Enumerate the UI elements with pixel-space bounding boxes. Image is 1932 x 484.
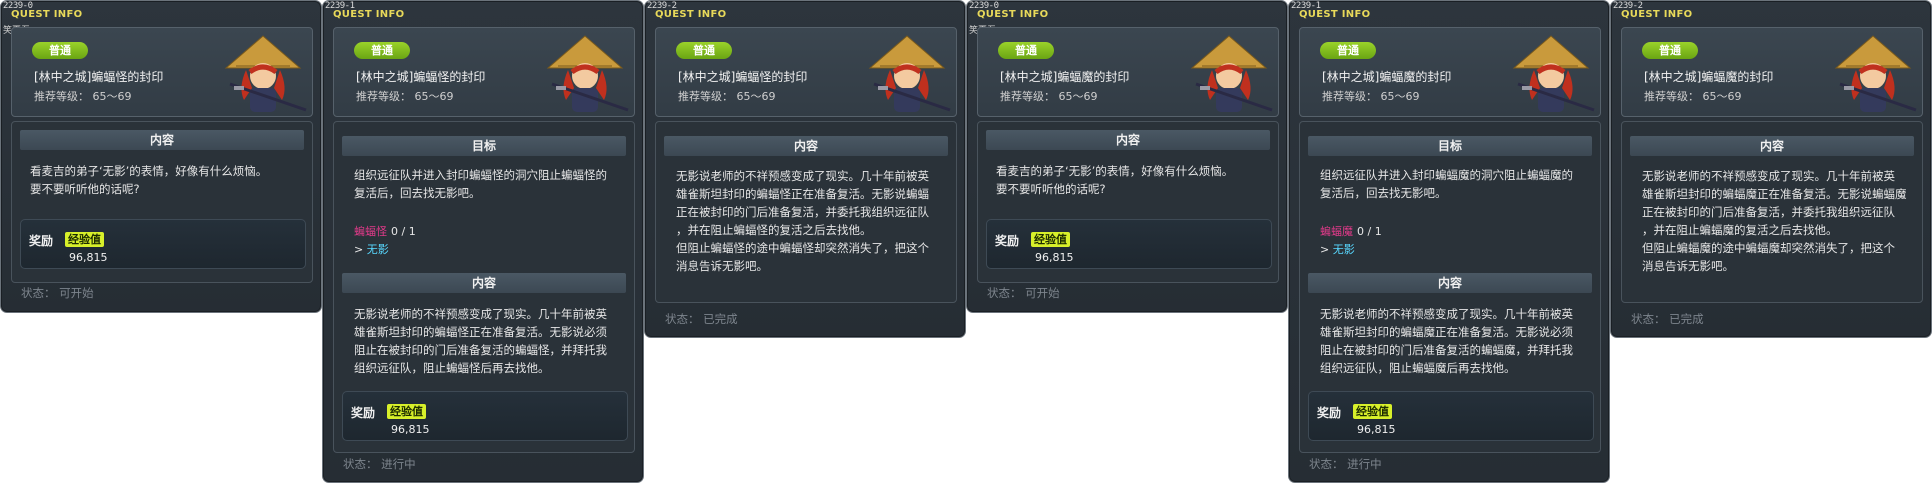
mob-name: 蝙蝠怪 (354, 225, 387, 238)
quest-status: 状态： 进行中 (1309, 457, 1382, 471)
content-text: 无影说老师的不祥预感变成了现实。几十年前被英 雄雀斯坦封印的蝙蝠魔正在准备复活。… (1320, 307, 1573, 375)
npc-portrait-icon (1834, 35, 1917, 112)
panel-header: QUEST INFO (977, 9, 1049, 20)
content-text: 无影说老师的不祥预感变成了现实。几十年前被英 雄雀斯坦封印的蝙蝠怪正在准备复活。… (354, 307, 607, 375)
panel-header: QUEST INFO (655, 9, 727, 20)
goal-section-header: 目标 (1308, 136, 1592, 156)
quest-type-badge: 普通 (676, 42, 732, 59)
quest-panel-2: 2239-2 QUEST INFO 普通 [林中之城]蝙蝠怪的封印 推荐等级： … (644, 0, 966, 338)
goal-mob: 蝙蝠魔 0 / 1 (1320, 223, 1382, 239)
mob-name: 蝙蝠魔 (1320, 225, 1353, 238)
content-section-header: 内容 (342, 273, 626, 293)
content-section-header: 内容 (1308, 273, 1592, 293)
recommended-level: 推荐等级： 65～69 (1644, 90, 1742, 103)
quest-type-badge: 普通 (1320, 42, 1376, 59)
quest-head-box: 普通 [林中之城]蝙蝠魔的封印 推荐等级： 65～69 (977, 27, 1279, 117)
npc-portrait-icon (868, 35, 951, 112)
npc-portrait-icon (1512, 35, 1595, 112)
quest-body: 目标 组织远征队并进入封印蝙蝠怪的洞穴阻止蝙蝠怪的 复活后，回去找无影吧。 蝙蝠… (333, 121, 635, 453)
reward-box: 奖励 经验值 96,815 (20, 219, 306, 269)
quest-status: 状态： 可开始 (987, 286, 1060, 300)
quest-panel-1: 2239-1 QUEST INFO 普通 [林中之城]蝙蝠怪的封印 推荐等级： … (322, 0, 644, 483)
goal-mob: 蝙蝠怪 0 / 1 (354, 223, 416, 239)
reward-label: 奖励 (995, 234, 1020, 248)
exp-badge: 经验值 (1031, 232, 1070, 247)
goal-npc: > 无影 (1320, 241, 1355, 257)
reward-box: 奖励 经验值 96,815 (1308, 391, 1594, 441)
panel-header: QUEST INFO (333, 9, 405, 20)
quest-body: 内容 看麦吉的弟子‘无影’的表情，好像有什么烦恼。 要不要听听他的话呢? 奖励 … (11, 121, 313, 283)
exp-badge: 经验值 (387, 404, 426, 419)
recommended-level: 推荐等级： 65～69 (1000, 90, 1098, 103)
panel-header: QUEST INFO (11, 9, 83, 20)
reward-amount: 96,815 (1035, 251, 1074, 264)
quest-body: 内容 无影说老师的不祥预感变成了现实。几十年前被英 雄雀斯坦封印的蝙蝠怪正在准备… (655, 121, 957, 303)
quest-head-box: 普通 [林中之城]蝙蝠怪的封印 推荐等级： 65～69 (655, 27, 957, 117)
mob-count: 0 / 1 (1357, 225, 1382, 238)
recommended-level: 推荐等级： 65～69 (678, 90, 776, 103)
reward-amount: 96,815 (69, 251, 108, 264)
content-text: 无影说老师的不祥预感变成了现实。几十年前被英 雄雀斯坦封印的蝙蝠怪正在准备复活。… (676, 169, 929, 273)
quest-type-badge: 普通 (354, 42, 410, 59)
quest-title: [林中之城]蝙蝠怪的封印 (34, 70, 164, 84)
quest-panel-5: 2239-2 QUEST INFO 普通 [林中之城]蝙蝠魔的封印 推荐等级： … (1610, 0, 1932, 338)
quest-title: [林中之城]蝙蝠魔的封印 (1644, 70, 1774, 84)
quest-type-badge: 普通 (1642, 42, 1698, 59)
quest-type-badge: 普通 (32, 42, 88, 59)
goal-text: 组织远征队并进入封印蝙蝠怪的洞穴阻止蝙蝠怪的 复活后，回去找无影吧。 (354, 168, 607, 200)
quest-body: 目标 组织远征队并进入封印蝙蝠魔的洞穴阻止蝙蝠魔的 复活后，回去找无影吧。 蝙蝠… (1299, 121, 1601, 453)
quest-status: 状态： 已完成 (1631, 312, 1704, 326)
reward-label: 奖励 (1317, 406, 1342, 420)
quest-title: [林中之城]蝙蝠魔的封印 (1000, 70, 1130, 84)
npc-portrait-icon (1190, 35, 1273, 112)
quest-title: [林中之城]蝙蝠魔的封印 (1322, 70, 1452, 84)
quest-body: 内容 无影说老师的不祥预感变成了现实。几十年前被英 雄雀斯坦封印的蝙蝠魔正在准备… (1621, 121, 1923, 303)
quest-type-badge: 普通 (998, 42, 1054, 59)
quest-panel-4: 2239-1 QUEST INFO 普通 [林中之城]蝙蝠魔的封印 推荐等级： … (1288, 0, 1610, 483)
quest-body: 内容 看麦吉的弟子‘无影’的表情，好像有什么烦恼。 要不要听听他的话呢? 奖励 … (977, 121, 1279, 283)
npc-name: 无影 (366, 243, 389, 256)
content-text: 看麦吉的弟子‘无影’的表情，好像有什么烦恼。 要不要听听他的话呢? (30, 164, 268, 196)
quest-panel-0: 2239-0 QUEST INFO 笑夏吾 普通 [林中之城]蝙蝠怪的封印 推荐… (0, 0, 322, 313)
npc-prefix: > (354, 243, 367, 256)
exp-badge: 经验值 (1353, 404, 1392, 419)
mob-count: 0 / 1 (391, 225, 416, 238)
content-section-header: 内容 (20, 130, 304, 150)
content-section-header: 内容 (986, 130, 1270, 150)
npc-name: 无影 (1332, 243, 1355, 256)
recommended-level: 推荐等级： 65～69 (34, 90, 132, 103)
exp-badge: 经验值 (65, 232, 104, 247)
goal-npc: > 无影 (354, 241, 389, 257)
content-text: 无影说老师的不祥预感变成了现实。几十年前被英 雄雀斯坦封印的蝙蝠魔正在准备复活。… (1642, 169, 1907, 273)
npc-portrait-icon (546, 35, 629, 112)
panel-header: QUEST INFO (1299, 9, 1371, 20)
goal-section-header: 目标 (342, 136, 626, 156)
content-section-header: 内容 (664, 136, 948, 156)
reward-box: 奖励 经验值 96,815 (342, 391, 628, 441)
reward-amount: 96,815 (1357, 423, 1396, 436)
reward-box: 奖励 经验值 96,815 (986, 219, 1272, 269)
panel-header: QUEST INFO (1621, 9, 1693, 20)
quest-head-box: 普通 [林中之城]蝙蝠怪的封印 推荐等级： 65～69 (333, 27, 635, 117)
content-section-header: 内容 (1630, 136, 1914, 156)
quest-status: 状态： 可开始 (21, 286, 94, 300)
quest-title: [林中之城]蝙蝠怪的封印 (356, 70, 486, 84)
recommended-level: 推荐等级： 65～69 (1322, 90, 1420, 103)
reward-label: 奖励 (29, 234, 54, 248)
goal-text: 组织远征队并进入封印蝙蝠魔的洞穴阻止蝙蝠魔的 复活后，回去找无影吧。 (1320, 168, 1573, 200)
npc-prefix: > (1320, 243, 1333, 256)
quest-status: 状态： 已完成 (665, 312, 738, 326)
quest-head-box: 普通 [林中之城]蝙蝠魔的封印 推荐等级： 65～69 (1621, 27, 1923, 117)
reward-label: 奖励 (351, 406, 376, 420)
recommended-level: 推荐等级： 65～69 (356, 90, 454, 103)
quest-head-box: 普通 [林中之城]蝙蝠魔的封印 推荐等级： 65～69 (1299, 27, 1601, 117)
quest-head-box: 普通 [林中之城]蝙蝠怪的封印 推荐等级： 65～69 (11, 27, 313, 117)
npc-portrait-icon (224, 35, 307, 112)
reward-amount: 96,815 (391, 423, 430, 436)
content-text: 看麦吉的弟子‘无影’的表情，好像有什么烦恼。 要不要听听他的话呢? (996, 164, 1234, 196)
quest-panel-3: 2239-0 QUEST INFO 笑夏吾 普通 [林中之城]蝙蝠魔的封印 推荐… (966, 0, 1288, 313)
quest-title: [林中之城]蝙蝠怪的封印 (678, 70, 808, 84)
quest-status: 状态： 进行中 (343, 457, 416, 471)
